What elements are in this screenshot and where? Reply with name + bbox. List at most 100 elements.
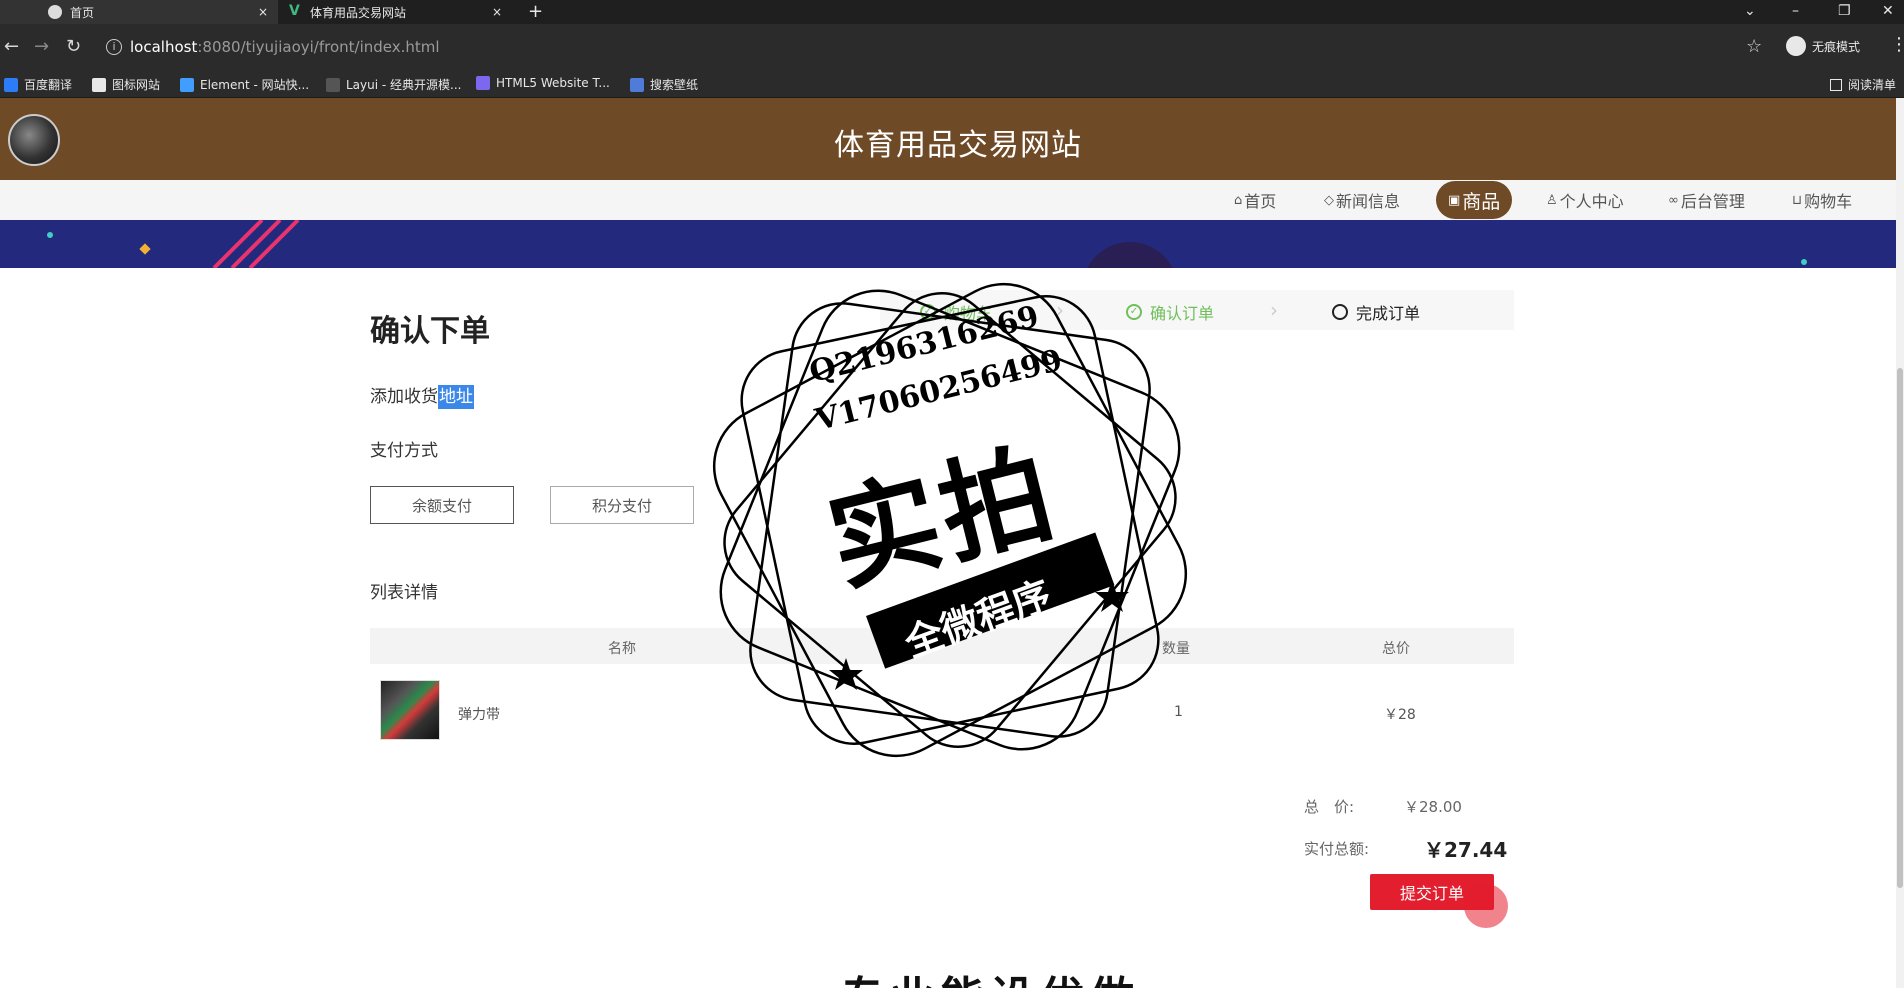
tab-home[interactable]: 首页 ×: [0, 0, 278, 24]
check-circle-icon: ✓: [920, 304, 936, 320]
bookmark-item[interactable]: HTML5 Website T...: [476, 76, 610, 90]
step-label: 确认订单: [1150, 304, 1215, 323]
bookmark-item[interactable]: 图标网站: [92, 76, 160, 93]
product-name: 弹力带: [458, 707, 500, 723]
link-icon: ∞: [1668, 192, 1679, 208]
reading-list-label: 阅读清单: [1848, 78, 1897, 92]
reading-list-icon: [1830, 78, 1842, 91]
restore-button[interactable]: ❐: [1838, 0, 1851, 22]
flag-icon: [92, 77, 106, 92]
tab-sports-site-label: 体育用品交易网站: [310, 5, 407, 20]
layui-icon: [326, 77, 340, 92]
nav-home[interactable]: ⌂ 首页: [1234, 180, 1276, 220]
translate-icon: [4, 77, 18, 92]
page-title: 确认下单: [370, 314, 490, 349]
payment-method-label: 支付方式: [370, 441, 438, 461]
site-info-icon[interactable]: i: [106, 39, 122, 55]
html5-icon: [476, 76, 490, 90]
nav-label: 商品: [1462, 190, 1501, 213]
column-quantity: 数量: [1162, 641, 1190, 657]
step-label: 完成订单: [1356, 304, 1421, 323]
bookmark-item[interactable]: Element - 网站快...: [180, 76, 309, 93]
product-quantity: 1: [1174, 704, 1183, 720]
chevron-right-icon: ›: [1270, 298, 1278, 322]
vue-logo-icon: V: [289, 3, 300, 19]
add-address-label: 添加收货: [370, 387, 438, 407]
incognito-icon: [1786, 36, 1806, 56]
bookmark-label: 百度翻译: [24, 78, 73, 92]
check-circle-icon: ✓: [1126, 304, 1142, 320]
click-cursor-indicator: [1464, 884, 1508, 928]
nav-label: 后台管理: [1680, 192, 1745, 211]
incognito-label: 无痕模式: [1812, 39, 1861, 54]
banner-decoration: [47, 220, 1807, 268]
minimize-button[interactable]: –: [1792, 0, 1799, 22]
url-text: localhost:8080/tiyujiaoyi/front/index.ht…: [130, 38, 440, 56]
add-address-link[interactable]: 地址: [438, 385, 474, 409]
balance-pay-button[interactable]: 余额支付: [370, 486, 514, 524]
address-bar-row: ← → ↻ i localhost:8080/tiyujiaoyi/front/…: [0, 24, 1904, 70]
add-address-row: 添加收货地址: [370, 382, 474, 409]
incognito-indicator[interactable]: 无痕模式: [1786, 36, 1860, 56]
tab-close-icon[interactable]: ×: [492, 5, 502, 19]
browser-tab-bar: 首页 × V 体育用品交易网站 × + ⌄ – ❐ ✕: [0, 0, 1904, 24]
nav-label: 首页: [1244, 192, 1277, 211]
chevron-right-icon: ›: [1056, 298, 1064, 322]
column-total: 总价: [1382, 641, 1410, 657]
bookmark-item[interactable]: 搜索壁纸: [630, 76, 698, 93]
tab-search-icon[interactable]: ⌄: [1744, 0, 1756, 22]
site-header: 体育用品交易网站: [0, 98, 1896, 180]
bookmark-item[interactable]: 百度翻译: [4, 76, 72, 93]
total-price-label: 总 价:: [1304, 798, 1355, 816]
site-nav: ⌂ 首页 ◇ 新闻信息 ▣ 商品 ♙ 个人中心 ∞ 后台管理 ⊔ 购物车: [0, 180, 1896, 220]
element-icon: [180, 77, 194, 92]
circle-icon: [1332, 304, 1348, 320]
site-title: 体育用品交易网站: [834, 128, 1082, 163]
reload-icon[interactable]: ↻: [66, 36, 81, 58]
gift-icon: ▣: [1448, 192, 1461, 208]
bookmark-label: Element - 网站快...: [200, 78, 310, 92]
wallpaper-icon: [630, 77, 644, 92]
bookmarks-bar: 百度翻译 图标网站 Element - 网站快... Layui - 经典开源模…: [0, 70, 1904, 98]
product-total: ￥28: [1384, 707, 1416, 723]
page-scrollbar[interactable]: [1896, 98, 1904, 988]
list-details-label: 列表详情: [370, 583, 438, 603]
tab-close-icon[interactable]: ×: [258, 5, 268, 19]
nav-label: 购物车: [1804, 192, 1853, 211]
nav-label: 新闻信息: [1336, 192, 1401, 211]
url-input[interactable]: i localhost:8080/tiyujiaoyi/front/index.…: [98, 32, 1758, 62]
scrollbar-thumb[interactable]: [1897, 368, 1903, 888]
paid-total-label: 实付总额:: [1304, 840, 1370, 858]
reading-list-button[interactable]: 阅读清单: [1830, 76, 1896, 93]
points-pay-button[interactable]: 积分支付: [550, 486, 694, 524]
tag-icon: ◇: [1324, 192, 1334, 208]
nav-label: 个人中心: [1559, 192, 1624, 211]
back-icon[interactable]: ←: [4, 36, 19, 58]
tab-home-label: 首页: [70, 5, 95, 20]
close-window-button[interactable]: ✕: [1882, 0, 1894, 22]
browser-menu-icon[interactable]: ⋮: [1890, 34, 1904, 55]
nav-products[interactable]: ▣ 商品: [1436, 181, 1513, 219]
nav-user-center[interactable]: ♙ 个人中心: [1546, 180, 1624, 220]
banner-image: [0, 220, 1896, 268]
cart-icon: ⊔: [1792, 192, 1803, 208]
bookmark-label: HTML5 Website T...: [496, 76, 610, 90]
nav-admin[interactable]: ∞ 后台管理: [1668, 180, 1745, 220]
nav-news[interactable]: ◇ 新闻信息: [1324, 180, 1400, 220]
total-price-value: ￥28.00: [1404, 798, 1462, 816]
bookmark-label: 图标网站: [112, 78, 161, 92]
home-icon: ⌂: [1234, 192, 1243, 208]
nav-cart[interactable]: ⊔ 购物车: [1792, 180, 1852, 220]
tab-sports-site[interactable]: V 体育用品交易网站 ×: [280, 0, 512, 24]
globe-icon: [48, 5, 62, 19]
bookmark-label: 搜索壁纸: [650, 78, 699, 92]
user-icon: ♙: [1546, 192, 1558, 208]
forward-icon[interactable]: →: [34, 36, 49, 58]
product-image[interactable]: [380, 680, 440, 740]
bookmark-star-icon[interactable]: ☆: [1746, 36, 1762, 58]
footer-heading-partial: 专业能设优做: [840, 962, 1140, 988]
column-name: 名称: [608, 641, 636, 657]
new-tab-button[interactable]: +: [528, 1, 543, 23]
bookmark-item[interactable]: Layui - 经典开源模...: [326, 76, 461, 93]
bookmark-label: Layui - 经典开源模...: [346, 78, 462, 92]
